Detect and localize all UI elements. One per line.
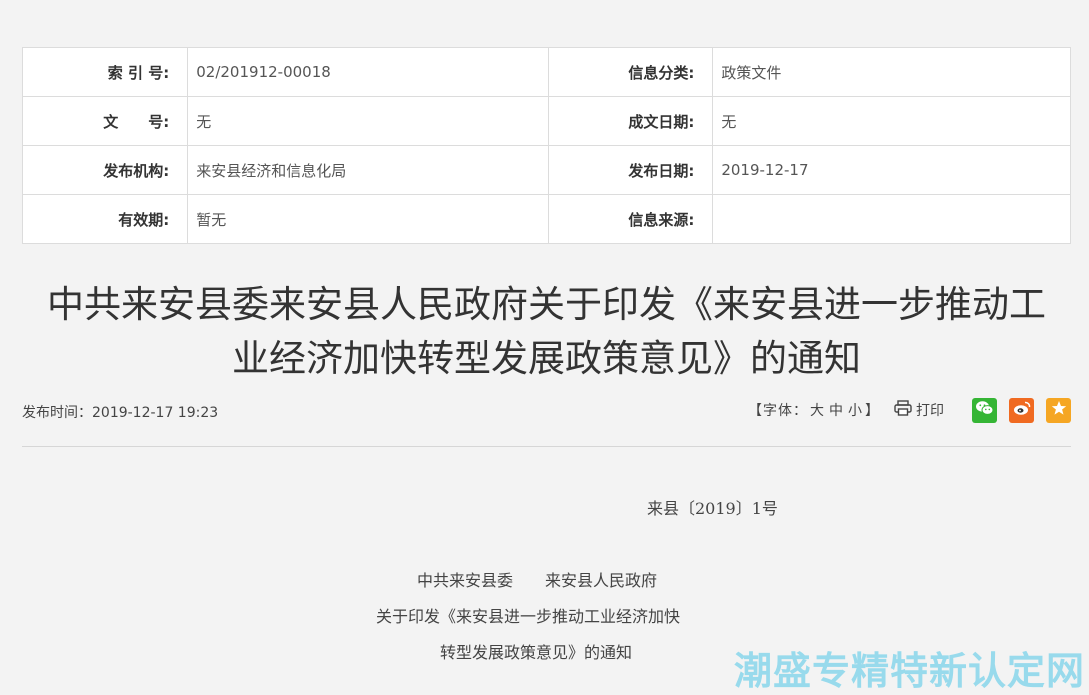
validity-label: 有效期: [21, 194, 189, 244]
document-number-label: 文 号: [21, 96, 189, 146]
article-title: 中共来安县委来安县人民政府关于印发《来安县进一步推动工 业经济加快转型发展政策意… [22, 278, 1071, 386]
print-button[interactable]: 打印 [894, 400, 944, 420]
issuer-label: 发布机构: [21, 145, 189, 195]
category-value: 政策文件 [712, 47, 1071, 97]
info-row: 发布机构: 来安县经济和信息化局 发布日期: 2019-12-17 [21, 145, 1071, 195]
document-number: 来县〔2019〕1号 [647, 499, 778, 518]
weibo-icon [1013, 400, 1031, 420]
issuer-value: 来安县经济和信息化局 [187, 145, 549, 195]
watermark: 潮盛专精特新认定网 [734, 649, 1086, 693]
divider [22, 446, 1071, 447]
category-label: 信息分类: [547, 47, 714, 97]
font-size-large-button[interactable]: 大 [810, 403, 825, 419]
document-subject-line: 关于印发《来安县进一步推动工业经济加快 [376, 607, 681, 626]
star-icon [1051, 400, 1067, 420]
info-row: 索 引 号: 02/201912-00018 信息分类: 政策文件 [21, 47, 1071, 97]
created-date-value: 无 [712, 96, 1071, 146]
publish-date-value: 2019-12-17 [712, 145, 1071, 195]
wechat-share-button[interactable] [972, 397, 997, 423]
article-title-line: 业经济加快转型发展政策意见》的通知 [232, 337, 861, 380]
document-number-value: 无 [187, 96, 549, 146]
font-size-small-button[interactable]: 小 [848, 403, 863, 419]
wechat-icon [975, 400, 994, 420]
index-number-value: 02/201912-00018 [187, 47, 549, 97]
document-subject-line: 转型发展政策意见》的通知 [440, 643, 633, 662]
font-size-suffix: 】 [865, 403, 880, 419]
publish-date-label: 发布日期: [547, 145, 714, 195]
source-value [712, 194, 1071, 244]
font-size-medium-button[interactable]: 中 [829, 403, 844, 419]
print-label: 打印 [916, 403, 944, 419]
printer-icon [894, 400, 916, 420]
article-title-line: 中共来安县委来安县人民政府关于印发《来安县进一步推动工 [47, 283, 1046, 326]
document-info-table: 索 引 号: 02/201912-00018 信息分类: 政策文件 文 号: 无… [21, 47, 1071, 244]
font-size-control: 【字体：大中小】 [748, 400, 880, 420]
info-row: 有效期: 暂无 信息来源: [21, 194, 1071, 244]
document-issuers: 中共来安县委 来安县人民政府 [417, 571, 658, 590]
font-size-prefix: 【字体： [748, 403, 808, 419]
info-row: 文 号: 无 成文日期: 无 [21, 96, 1071, 146]
weibo-share-button[interactable] [1009, 397, 1034, 423]
favorite-button[interactable] [1046, 397, 1071, 423]
index-number-label: 索 引 号: [21, 47, 189, 97]
created-date-label: 成文日期: [547, 96, 714, 146]
article-toolbar: 【字体：大中小】 打印 [748, 397, 1071, 423]
validity-value: 暂无 [187, 194, 549, 244]
source-label: 信息来源: [547, 194, 714, 244]
publish-time: 发布时间：2019-12-17 19:23 [22, 405, 219, 421]
